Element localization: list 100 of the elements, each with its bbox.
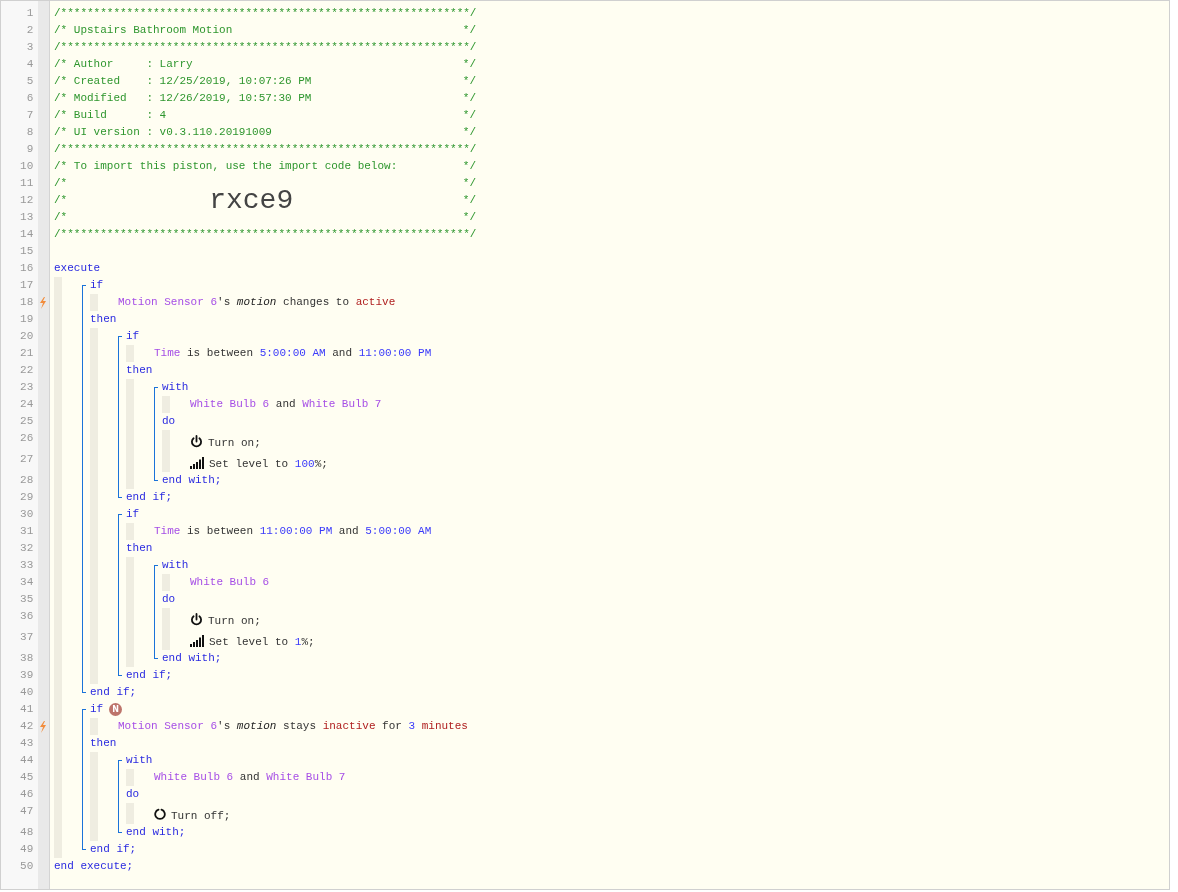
comment-text: /**************************************************************/ [54,227,477,242]
number-value: 3 [408,719,416,734]
import-code: rxce9 [209,192,294,209]
line-number: 25 [19,414,35,429]
line-number: 16 [19,261,35,276]
line-number: 2 [25,23,35,38]
comment-text: */ [462,176,476,191]
code-text: and [331,346,354,361]
keyword: end execute; [54,859,134,874]
operand-name: Motion Sensor 6 [118,295,218,310]
code-text: %; [314,457,328,472]
line-number: 35 [19,592,35,607]
value-text: active [355,295,396,310]
line-number: 44 [19,753,35,768]
attribute-name: motion [236,295,277,310]
line-number: 26 [19,431,35,446]
code-text: stays [282,719,318,734]
comment-text: */ [462,108,476,123]
code-text: Set level to [209,457,290,472]
line-number: 40 [19,685,35,700]
number-value: 5:00:00 AM [365,524,432,539]
keyword: then [126,541,153,556]
code-text: 's [217,719,232,734]
comment-text: */ [462,159,476,174]
line-number: 31 [19,524,35,539]
operand-name: White Bulb 7 [302,397,382,412]
line-number: 15 [19,244,35,259]
comment-text: /* To import this piston, use the import code below: [54,159,398,174]
number-value: 5:00:00 AM [259,346,326,361]
line-number: 42 [19,719,35,734]
code-text: Turn on; [208,614,261,629]
line-number: 47 [19,804,35,819]
line-number: 7 [25,108,35,123]
number-value: 1 [294,635,302,650]
keyword: with [162,558,189,573]
comment-text: /* Build : 4 [54,108,167,123]
line-number: 45 [19,770,35,785]
line-number: 36 [19,609,35,624]
line-number: 8 [25,125,35,140]
comment-text: */ [462,91,476,106]
line-number: 3 [25,40,35,55]
code-text: changes to [282,295,351,310]
line-number: 22 [19,363,35,378]
operand-name: Time [154,346,181,361]
keyword: end if; [126,490,173,505]
line-number: 37 [19,630,35,645]
line-number: 29 [19,490,35,505]
line-number: 9 [25,142,35,157]
keyword: end if; [126,668,173,683]
line-number: 18 [19,295,35,310]
line-number: 48 [19,825,35,840]
keyword: end with; [162,651,222,666]
code-text: and [274,397,297,412]
comment-text: /* [54,210,68,225]
line-number: 32 [19,541,35,556]
line-number: 19 [19,312,35,327]
keyword: end with; [126,825,186,840]
code-text: 's [217,295,232,310]
operand-name: White Bulb 6 [154,770,234,785]
operand-name: Time [154,524,181,539]
keyword: with [126,753,153,768]
signal-bars-icon [190,457,204,469]
code-text: Turn off; [171,809,231,824]
signal-bars-icon [190,635,204,647]
line-number: 30 [19,507,35,522]
line-number: 33 [19,558,35,573]
keyword: if [90,702,104,717]
keyword: then [90,312,117,327]
line-number: 50 [19,859,35,874]
line-number: 39 [19,668,35,683]
keyword: execute [54,261,101,276]
comment-text: */ [462,23,476,38]
value-text: inactive [322,719,376,734]
comment-text: /* Modified : 12/26/2019, 10:57:30 PM [54,91,312,106]
line-number: 24 [19,397,35,412]
line-number: 49 [19,842,35,857]
operand-name: White Bulb 6 [190,397,270,412]
keyword: do [162,414,176,429]
line-number: 6 [25,91,35,106]
code-text: is between [186,524,255,539]
code-text: and [337,524,360,539]
ring-icon [154,808,166,821]
keyword: end if; [90,685,137,700]
code-text: is between [186,346,255,361]
keyword: do [162,592,176,607]
comment-text: /**************************************************************/ [54,40,477,55]
line-number: 43 [19,736,35,751]
line-number: 4 [25,57,35,72]
keyword: if [90,278,104,293]
comment-text: */ [462,57,476,72]
line-number: 10 [19,159,35,174]
status-badge: N [109,703,123,716]
code-text: and [238,770,261,785]
comment-text: */ [462,210,476,225]
keyword: if [126,329,140,344]
line-number: 21 [19,346,35,361]
line-number: 14 [19,227,35,242]
line-number: 28 [19,473,35,488]
number-value: 100 [294,457,315,472]
power-icon [190,613,203,626]
